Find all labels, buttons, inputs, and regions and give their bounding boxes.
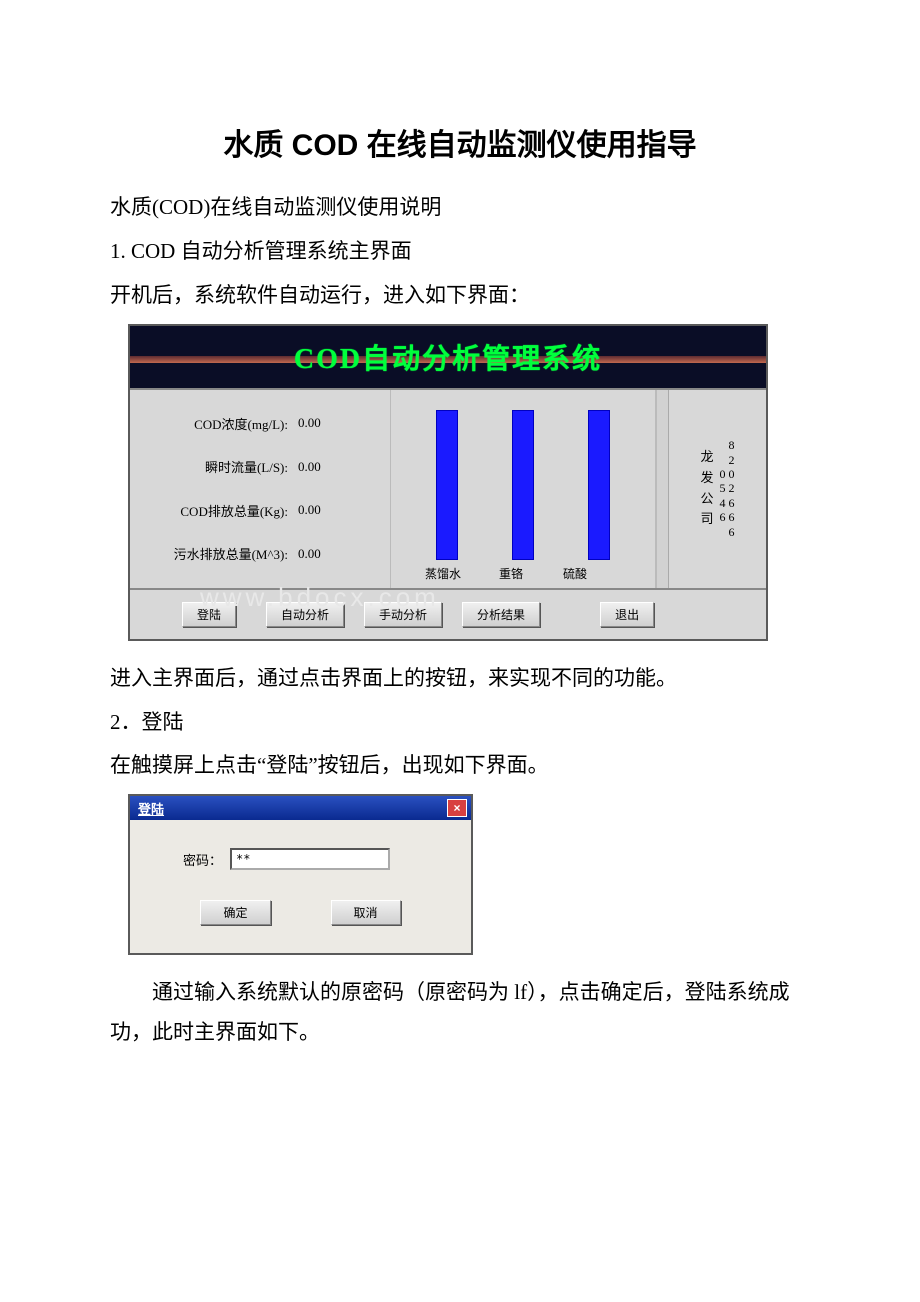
serial-number: 820 05 24 66 66 (720, 438, 735, 539)
password-label: 密码： (150, 850, 230, 869)
bar-label: 蒸馏水 (425, 565, 461, 582)
paragraph-login-desc: 在触摸屏上点击“登陆”按钮后，出现如下界面。 (110, 746, 810, 786)
metric-label: COD排放总量(Kg): (138, 501, 298, 520)
metric-value: 0.00 (298, 546, 348, 562)
ok-button[interactable]: 确定 (200, 900, 270, 925)
app-window: COD自动分析管理系统 COD浓度(mg/L): 0.00 瞬时流量(L/S):… (128, 324, 768, 641)
app-body: COD浓度(mg/L): 0.00 瞬时流量(L/S): 0.00 COD排放总… (130, 388, 766, 588)
cancel-button[interactable]: 取消 (331, 900, 401, 925)
metric-cod-concentration: COD浓度(mg/L): 0.00 (138, 414, 382, 433)
metric-label: 污水排放总量(M^3): (138, 544, 298, 563)
company-column: 龙发公司 820 05 24 66 66 (656, 390, 766, 588)
bar-sulfuric-acid: 硫酸 (588, 410, 610, 560)
document-title: 水质 COD 在线自动监测仪使用指导 (110, 120, 810, 164)
close-icon[interactable]: × (447, 799, 467, 817)
analysis-result-button[interactable]: 分析结果 (462, 602, 540, 627)
paragraph-login-note: 通过输入系统默认的原密码（原密码为 lf），点击确定后，登陆系统成功，此时主界面… (110, 973, 810, 1053)
login-dialog: 登陆 × 密码： 确定 取消 (128, 794, 473, 955)
paragraph-after-main: 进入主界面后，通过点击界面上的按钮，来实现不同的功能。 (110, 659, 810, 699)
login-titlebar: 登陆 × (130, 796, 471, 820)
paragraph-startup: 开机后，系统软件自动运行，进入如下界面： (110, 276, 810, 316)
bar-label: 硫酸 (563, 565, 587, 582)
company-name: 龙发公司 (700, 447, 713, 530)
paragraph-intro: 水质(COD)在线自动监测仪使用说明 (110, 188, 810, 228)
app-banner: COD自动分析管理系统 (130, 326, 766, 388)
app-banner-title: COD自动分析管理系统 (294, 337, 602, 377)
paragraph-section-2: 2．登陆 (110, 703, 810, 743)
manual-analysis-button[interactable]: 手动分析 (364, 602, 442, 627)
exit-button[interactable]: 退出 (600, 602, 654, 627)
auto-analysis-button[interactable]: 自动分析 (266, 602, 344, 627)
metric-value: 0.00 (298, 415, 348, 431)
paragraph-section-1: 1. COD 自动分析管理系统主界面 (110, 232, 810, 272)
metric-label: 瞬时流量(L/S): (138, 457, 298, 476)
login-dialog-title: 登陆 (134, 799, 164, 818)
metrics-column: COD浓度(mg/L): 0.00 瞬时流量(L/S): 0.00 COD排放总… (130, 390, 390, 588)
metric-value: 0.00 (298, 502, 348, 518)
metric-value: 0.00 (298, 459, 348, 475)
bar-dichromate: 重铬 (512, 410, 534, 560)
metric-flow-rate: 瞬时流量(L/S): 0.00 (138, 457, 382, 476)
metric-label: COD浓度(mg/L): (138, 414, 298, 433)
metric-sewage-total: 污水排放总量(M^3): 0.00 (138, 544, 382, 563)
app-toolbar: 登陆 自动分析 手动分析 分析结果 退出 (130, 588, 766, 639)
password-input[interactable] (230, 848, 390, 870)
reagent-bars: 蒸馏水 重铬 硫酸 (390, 390, 656, 588)
bar-label: 重铬 (499, 565, 523, 582)
metric-cod-total: COD排放总量(Kg): 0.00 (138, 501, 382, 520)
bar-distilled-water: 蒸馏水 (436, 410, 458, 560)
login-button[interactable]: 登陆 (182, 602, 236, 627)
